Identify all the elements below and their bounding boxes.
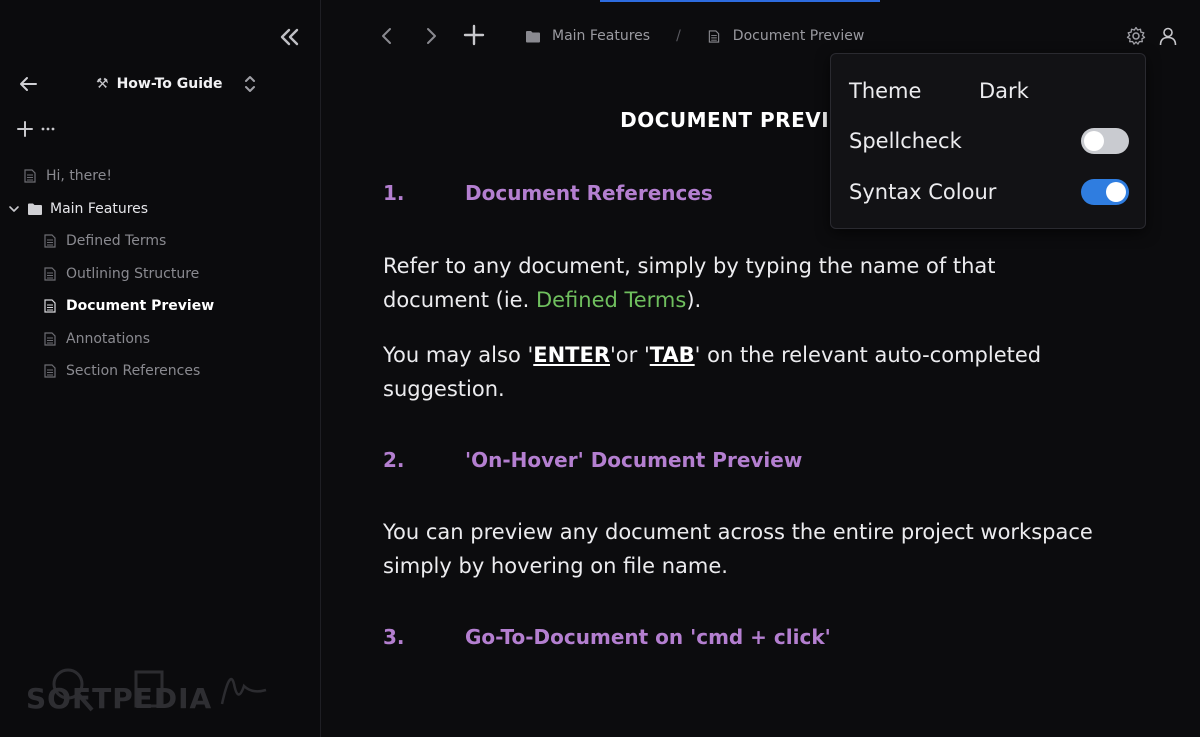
tree-item-document-preview[interactable]: Document Preview — [0, 290, 320, 323]
document-icon — [44, 234, 56, 248]
project-switcher[interactable]: ⚒ How-To Guide — [96, 72, 257, 96]
paragraph-autocomplete: You may also 'ENTER'or 'TAB' on the rele… — [383, 338, 1103, 406]
syntax-colour-setting: Syntax Colour — [849, 175, 1129, 209]
document-icon — [24, 169, 36, 183]
tab-key-label: TAB — [649, 343, 695, 367]
navigate-back-icon[interactable] — [378, 26, 396, 46]
add-document-icon[interactable] — [16, 120, 34, 138]
chevron-down-icon[interactable] — [8, 203, 20, 215]
watermark-text: SOFTPEDIA — [26, 682, 213, 715]
syntax-colour-toggle[interactable] — [1081, 179, 1129, 205]
toggle-knob — [1106, 182, 1126, 202]
theme-label: Theme — [849, 79, 922, 103]
section-heading-1: 1. Document References — [383, 181, 713, 205]
tree-item-hi-there[interactable]: Hi, there! — [0, 160, 320, 193]
top-accent-line — [600, 0, 880, 2]
navigate-forward-icon[interactable] — [422, 26, 440, 46]
section-number: 2. — [383, 448, 405, 472]
spellcheck-toggle[interactable] — [1081, 128, 1129, 154]
project-title: How-To Guide — [116, 76, 223, 92]
section-number: 1. — [383, 181, 405, 205]
spellcheck-label: Spellcheck — [849, 129, 962, 153]
tree-item-annotations[interactable]: Annotations — [0, 323, 320, 356]
section-heading-text: 'On-Hover' Document Preview — [465, 448, 803, 472]
section-heading-text: Document References — [465, 181, 713, 205]
breadcrumb-document[interactable]: Document Preview — [733, 28, 864, 44]
syntax-colour-label: Syntax Colour — [849, 180, 997, 204]
more-options-icon[interactable] — [40, 120, 56, 138]
document-icon — [44, 299, 56, 313]
breadcrumb-separator: / — [676, 28, 681, 44]
tree-folder-label: Main Features — [50, 200, 149, 217]
document-icon — [708, 29, 719, 43]
softpedia-watermark: SOFTPEDIA — [26, 664, 276, 715]
paragraph-hover-preview: You can preview any document across the … — [383, 520, 1093, 578]
tree-item-label: Outlining Structure — [66, 265, 200, 282]
chevron-up-down-icon — [244, 76, 255, 92]
theme-setting[interactable]: Theme Dark — [849, 74, 1129, 108]
hammer-pick-icon: ⚒ — [96, 76, 109, 92]
settings-popover: Theme Dark Spellcheck Syntax Colour — [830, 53, 1146, 229]
folder-icon — [526, 30, 540, 42]
section-heading-3: 3. Go-To-Document on 'cmd + click' — [383, 625, 831, 649]
folder-icon — [28, 203, 42, 215]
document-icon — [44, 332, 56, 346]
back-arrow-icon[interactable] — [16, 72, 40, 96]
tree-item-label: Section References — [66, 363, 201, 380]
document-icon — [44, 267, 56, 281]
paragraph-text: You may also ' — [383, 343, 534, 367]
tree-item-label: Annotations — [66, 330, 151, 347]
sidebar: ⚒ How-To Guide Hi, there! Main Features … — [0, 0, 321, 737]
collapse-sidebar-icon[interactable] — [276, 25, 302, 49]
section-number: 3. — [383, 625, 405, 649]
breadcrumb-folder[interactable]: Main Features — [552, 28, 650, 44]
theme-value[interactable]: Dark — [979, 79, 1029, 103]
spellcheck-setting: Spellcheck — [849, 124, 1129, 158]
paragraph-document-references: Refer to any document, simply by typing … — [383, 249, 1103, 317]
tree-item-outlining-structure[interactable]: Outlining Structure — [0, 258, 320, 291]
user-profile-icon[interactable] — [1158, 26, 1178, 46]
enter-key-label: ENTER — [533, 343, 611, 367]
settings-gear-icon[interactable] — [1126, 26, 1146, 46]
tree-folder-main-features[interactable]: Main Features — [0, 193, 320, 226]
toggle-knob — [1084, 131, 1104, 151]
breadcrumb: Main Features / Document Preview — [526, 24, 864, 48]
section-heading-2: 2. 'On-Hover' Document Preview — [383, 448, 802, 472]
document-tree: Hi, there! Main Features Defined Terms O… — [0, 160, 320, 388]
new-tab-plus-icon[interactable] — [463, 24, 485, 46]
tree-item-defined-terms[interactable]: Defined Terms — [0, 225, 320, 258]
document-icon — [44, 364, 56, 378]
defined-terms-link[interactable]: Defined Terms — [536, 288, 686, 312]
section-heading-text: Go-To-Document on 'cmd + click' — [465, 625, 831, 649]
tree-item-label: Hi, there! — [46, 168, 112, 185]
paragraph-text: 'or ' — [610, 343, 650, 367]
paragraph-text: ). — [686, 288, 702, 312]
tree-item-label: Defined Terms — [66, 233, 167, 250]
tree-item-label: Document Preview — [66, 298, 215, 315]
tree-item-section-references[interactable]: Section References — [0, 355, 320, 388]
